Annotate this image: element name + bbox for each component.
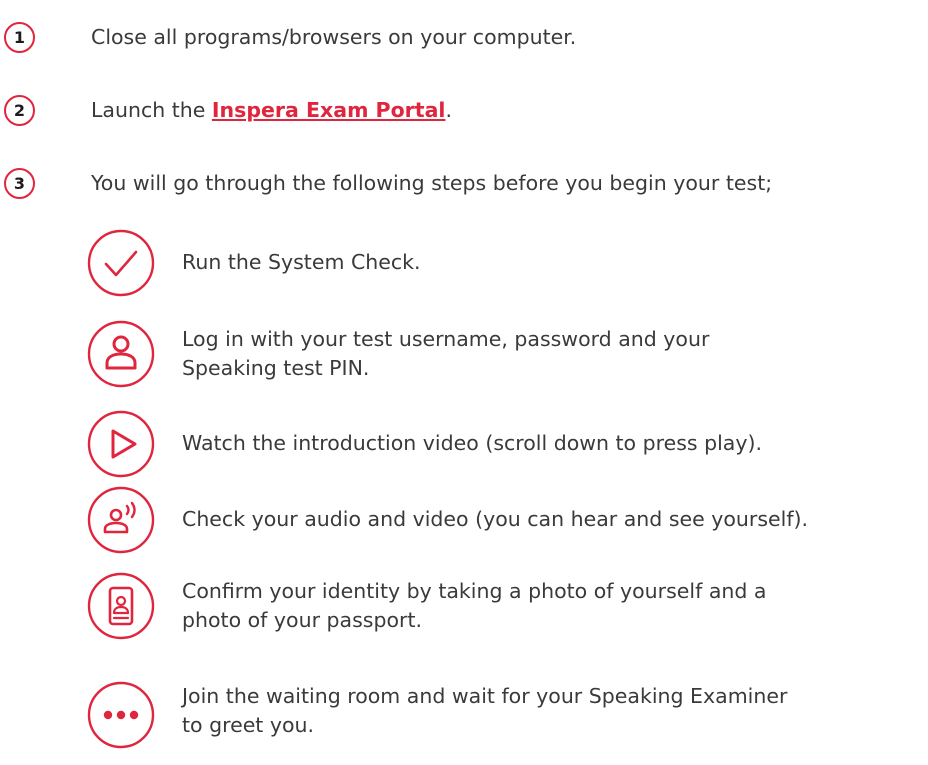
substep-text: Run the System Check. — [182, 248, 882, 277]
substep-text: Watch the introduction video (scroll dow… — [182, 429, 882, 458]
step-3-text: You will go through the following steps … — [91, 171, 773, 195]
substep-line-1: Join the waiting room and wait for your … — [182, 684, 788, 708]
inspera-exam-portal-link[interactable]: Inspera Exam Portal — [212, 98, 446, 122]
step-1-text: Close all programs/browsers on your comp… — [91, 25, 577, 49]
substep-line-1: Confirm your identity by taking a photo … — [182, 579, 767, 603]
substep-text: Confirm your identity by taking a photo … — [182, 577, 882, 635]
audio-video-icon — [87, 486, 155, 554]
user-icon — [87, 320, 155, 388]
step-2-text: Launch the Inspera Exam Portal. — [91, 96, 452, 124]
more-icon — [87, 681, 155, 749]
play-icon — [87, 410, 155, 478]
step-2-text-after: . — [445, 98, 452, 122]
substep-text: Check your audio and video (you can hear… — [182, 505, 882, 534]
step-2-text-before: Launch the — [91, 98, 212, 122]
substep-line-2: Speaking test PIN. — [182, 356, 370, 380]
substep-text: Log in with your test username, password… — [182, 325, 882, 383]
substep-line-2: to greet you. — [182, 713, 315, 737]
check-icon — [87, 229, 155, 297]
substep-text: Join the waiting room and wait for your … — [182, 682, 882, 740]
substep-line-1: Run the System Check. — [182, 250, 421, 274]
substep-line-1: Watch the introduction video (scroll dow… — [182, 431, 763, 455]
substep-line-2: photo of your passport. — [182, 608, 423, 632]
step-number-3: 3 — [4, 168, 35, 199]
step-number-2: 2 — [4, 95, 35, 126]
phone-id-icon — [87, 572, 155, 640]
substep-line-1: Check your audio and video (you can hear… — [182, 507, 809, 531]
substep-line-1: Log in with your test username, password… — [182, 327, 710, 351]
step-number-1: 1 — [4, 22, 35, 53]
